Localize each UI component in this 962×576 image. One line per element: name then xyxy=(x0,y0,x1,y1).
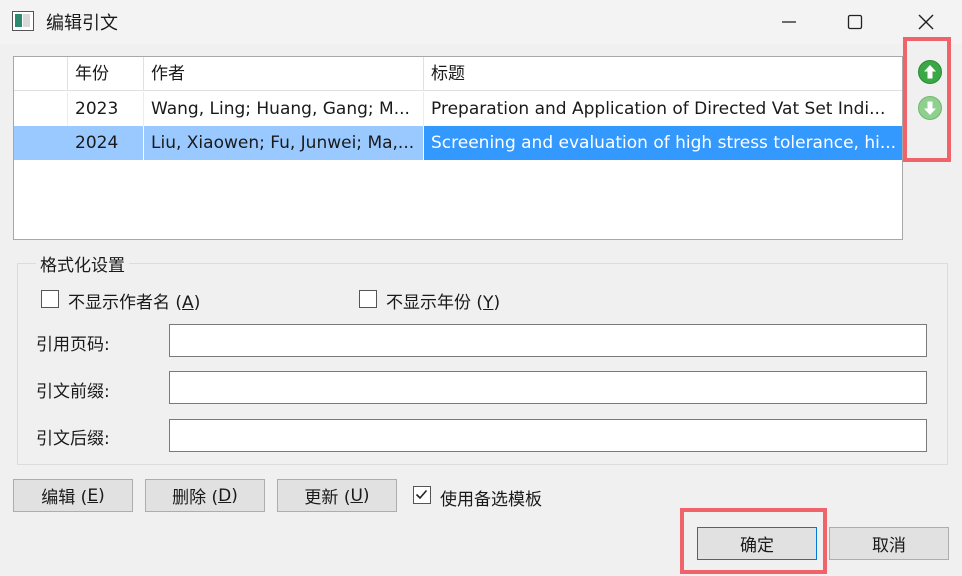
cancel-button[interactable]: 取消 xyxy=(829,527,949,560)
row-title: Screening and evaluation of high stress … xyxy=(424,126,902,160)
app-icon xyxy=(12,11,34,31)
delete-button[interactable]: 删除 (D) xyxy=(145,479,265,512)
column-header-index[interactable] xyxy=(14,57,68,91)
arrow-down-circle-icon xyxy=(918,96,942,120)
citation-prefix-input[interactable] xyxy=(169,371,927,404)
ok-button[interactable]: 确定 xyxy=(697,527,817,560)
page-number-label: 引用页码: xyxy=(36,335,110,355)
edit-button[interactable]: 编辑 (E) xyxy=(13,479,133,512)
table-header: 年份 作者 标题 xyxy=(14,57,902,91)
hide-year-checkbox[interactable] xyxy=(359,290,377,308)
column-header-year[interactable]: 年份 xyxy=(68,57,144,91)
row-year: 2023 xyxy=(68,92,144,126)
maximize-icon xyxy=(847,14,863,30)
alt-template-checkbox[interactable] xyxy=(413,486,431,504)
minimize-button[interactable] xyxy=(757,0,821,44)
citation-suffix-label: 引文后缀: xyxy=(36,429,110,449)
close-icon xyxy=(918,14,934,30)
column-header-title[interactable]: 标题 xyxy=(424,57,902,91)
format-settings-title: 格式化设置 xyxy=(36,251,129,276)
row-index-cell xyxy=(14,92,68,126)
alt-template-label[interactable]: 使用备选模板 xyxy=(440,485,542,510)
page-number-input[interactable] xyxy=(169,324,927,357)
move-down-button[interactable] xyxy=(917,95,943,121)
row-index-cell xyxy=(14,126,68,160)
minimize-icon xyxy=(782,21,796,23)
move-up-button[interactable] xyxy=(917,59,943,85)
citation-table[interactable]: 年份 作者 标题 2023 Wang, Ling; Huang, Gang; M… xyxy=(13,56,903,240)
citation-prefix-label: 引文前缀: xyxy=(36,382,110,402)
table-row[interactable]: 2023 Wang, Ling; Huang, Gang; M... Prepa… xyxy=(14,92,902,126)
close-button[interactable] xyxy=(894,0,958,44)
hide-author-label[interactable]: 不显示作者名 (A) xyxy=(68,288,200,313)
row-year: 2024 xyxy=(68,126,144,160)
column-header-author[interactable]: 作者 xyxy=(144,57,424,91)
table-row-selected[interactable]: 2024 Liu, Xiaowen; Fu, Junwei; Ma,... Sc… xyxy=(14,126,902,160)
citation-suffix-input[interactable] xyxy=(169,419,927,452)
arrow-up-circle-icon xyxy=(918,60,942,84)
update-button[interactable]: 更新 (U) xyxy=(277,479,397,512)
row-title: Preparation and Application of Directed … xyxy=(431,99,886,119)
row-authors: Wang, Ling; Huang, Gang; M... xyxy=(144,92,424,126)
row-authors: Liu, Xiaowen; Fu, Junwei; Ma,... xyxy=(144,126,424,160)
hide-author-checkbox[interactable] xyxy=(41,290,59,308)
window-title: 编辑引文 xyxy=(46,13,118,34)
checkmark-icon xyxy=(415,489,428,500)
hide-year-label[interactable]: 不显示年份 (Y) xyxy=(386,288,500,313)
maximize-button[interactable] xyxy=(823,0,887,44)
